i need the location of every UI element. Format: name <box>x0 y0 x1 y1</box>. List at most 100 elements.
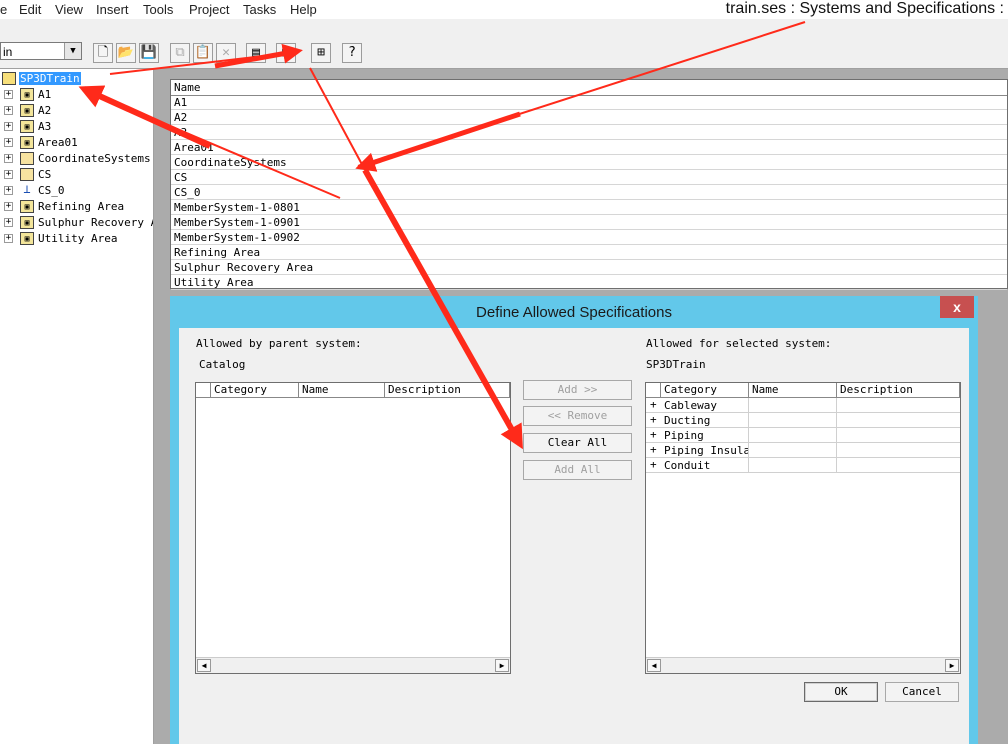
define-specifications-icon[interactable]: ⊞ <box>311 43 331 63</box>
list-header[interactable]: Name <box>171 80 1007 96</box>
expand-icon[interactable]: + <box>650 398 657 411</box>
add-button[interactable]: Add >> <box>523 380 632 400</box>
tree-item-label: CoordinateSystems <box>38 152 151 165</box>
grid-corner <box>196 383 211 398</box>
add-all-button[interactable]: Add All <box>523 460 632 480</box>
scroll-right-icon[interactable]: ▶ <box>495 659 509 672</box>
expand-icon[interactable]: + <box>4 90 13 99</box>
workspace-combo-value: in <box>3 45 13 59</box>
table-row[interactable]: + Ducting <box>646 413 960 428</box>
system-icon: ▣ <box>20 136 34 149</box>
select-tool-icon[interactable]: ▣ <box>276 43 296 63</box>
copy-icon[interactable]: ⧉ <box>170 43 190 63</box>
tree-item-label: Refining Area <box>38 200 125 213</box>
table-row[interactable]: + Piping <box>646 428 960 443</box>
list-row[interactable]: MemberSystem-1-0901 <box>171 215 1007 230</box>
expand-icon[interactable]: + <box>4 170 13 179</box>
list-header-name: Name <box>174 81 201 94</box>
tree-item-label: A3 <box>38 120 52 133</box>
menu-insert[interactable]: Insert <box>96 2 129 17</box>
grid-corner <box>646 383 661 398</box>
list-row[interactable]: Refining Area <box>171 245 1007 260</box>
save-icon[interactable]: 💾 <box>139 43 159 63</box>
list-row[interactable]: CS <box>171 170 1007 185</box>
list-row[interactable]: Sulphur Recovery Area <box>171 260 1007 275</box>
system-icon: ▣ <box>20 120 34 133</box>
expand-icon[interactable]: + <box>4 106 13 115</box>
menu-project[interactable]: Project <box>189 2 229 17</box>
column-name[interactable]: Name <box>299 383 385 398</box>
expand-icon[interactable]: + <box>650 413 657 426</box>
table-row[interactable]: + Conduit <box>646 458 960 473</box>
list-cell: Refining Area <box>174 246 261 259</box>
system-tree[interactable]: SP3DTrain + ▣ A1 + ▣ A2 + ▣ A3 + ▣ Area01 + Coord… <box>0 69 154 744</box>
define-allowed-specifications-dialog: Define Allowed Specifications x Allowed … <box>170 296 978 744</box>
table-row[interactable]: + Cableway <box>646 398 960 413</box>
menu-help[interactable]: Help <box>290 2 317 17</box>
expand-icon[interactable]: + <box>4 234 13 243</box>
column-description[interactable]: Description <box>385 383 510 398</box>
list-row[interactable]: CoordinateSystems <box>171 155 1007 170</box>
scroll-right-icon[interactable]: ▶ <box>945 659 959 672</box>
menu-edit[interactable]: Edit <box>19 2 41 17</box>
remove-button[interactable]: << Remove <box>523 406 632 426</box>
paste-icon[interactable]: 📋 <box>193 43 213 63</box>
list-cell: MemberSystem-1-0801 <box>174 201 300 214</box>
list-row[interactable]: MemberSystem-1-0801 <box>171 200 1007 215</box>
table-row[interactable]: + Piping Insulat <box>646 443 960 458</box>
system-list[interactable]: Name A1 A2 A3 Area01 CoordinateSystems C… <box>170 79 1008 290</box>
tree-item-label: A1 <box>38 88 52 101</box>
workspace-combo[interactable]: in ▼ <box>0 42 82 60</box>
expand-icon[interactable]: + <box>4 202 13 211</box>
list-row[interactable]: Utility Area <box>171 275 1007 290</box>
expand-icon[interactable]: + <box>650 458 657 471</box>
expand-icon[interactable]: + <box>650 428 657 441</box>
expand-icon[interactable]: + <box>4 154 13 163</box>
list-row[interactable]: Area01 <box>171 140 1007 155</box>
open-folder-icon[interactable]: 📂 <box>116 43 136 63</box>
horizontal-scrollbar[interactable]: ◀ ▶ <box>646 657 960 673</box>
selected-specs-grid[interactable]: Category Name Description + Cableway + Duc… <box>645 382 961 674</box>
expand-icon[interactable]: + <box>4 138 13 147</box>
delete-icon[interactable]: ✕ <box>216 43 236 63</box>
close-icon[interactable]: x <box>940 296 974 318</box>
expand-icon[interactable]: + <box>650 443 657 456</box>
tree-item-label: CS <box>38 168 52 181</box>
clear-all-button[interactable]: Clear All <box>523 433 632 453</box>
system-icon: ▣ <box>20 232 34 245</box>
column-name[interactable]: Name <box>749 383 837 398</box>
parent-specs-grid[interactable]: Category Name Description ◀ ▶ <box>195 382 511 674</box>
menu-tools[interactable]: Tools <box>143 2 173 17</box>
expand-icon[interactable]: + <box>4 122 13 131</box>
column-category[interactable]: Category <box>661 383 749 398</box>
scroll-left-icon[interactable]: ◀ <box>647 659 661 672</box>
column-category[interactable]: Category <box>211 383 299 398</box>
list-cell: A3 <box>174 126 188 139</box>
list-row[interactable]: A1 <box>171 95 1007 110</box>
list-row[interactable]: MemberSystem-1-0902 <box>171 230 1007 245</box>
expand-icon[interactable]: + <box>4 218 13 227</box>
list-cell: Sulphur Recovery Area <box>174 261 314 274</box>
properties-icon[interactable]: ▤ <box>246 43 266 63</box>
chevron-down-icon[interactable]: ▼ <box>64 43 81 59</box>
category-cell: Piping Insulat <box>664 444 748 457</box>
tree-item-label: Area01 <box>38 136 78 149</box>
selected-system-label: Allowed for selected system: <box>646 337 832 350</box>
list-row[interactable]: CS_0 <box>171 185 1007 200</box>
expand-icon[interactable]: + <box>4 186 13 195</box>
cancel-button[interactable]: Cancel <box>885 682 959 702</box>
list-cell: MemberSystem-1-0902 <box>174 231 300 244</box>
scroll-left-icon[interactable]: ◀ <box>197 659 211 672</box>
column-description[interactable]: Description <box>837 383 960 398</box>
folder-icon <box>20 152 34 165</box>
list-row[interactable]: A2 <box>171 110 1007 125</box>
ok-button[interactable]: OK <box>804 682 878 702</box>
category-cell: Conduit <box>664 459 711 472</box>
help-icon[interactable]: ? <box>342 43 362 63</box>
new-file-icon[interactable]: 🗋 <box>93 43 113 63</box>
list-row[interactable]: A3 <box>171 125 1007 140</box>
menu-file[interactable]: e <box>0 2 7 17</box>
horizontal-scrollbar[interactable]: ◀ ▶ <box>196 657 510 673</box>
menu-tasks[interactable]: Tasks <box>243 2 276 17</box>
menu-view[interactable]: View <box>55 2 83 17</box>
